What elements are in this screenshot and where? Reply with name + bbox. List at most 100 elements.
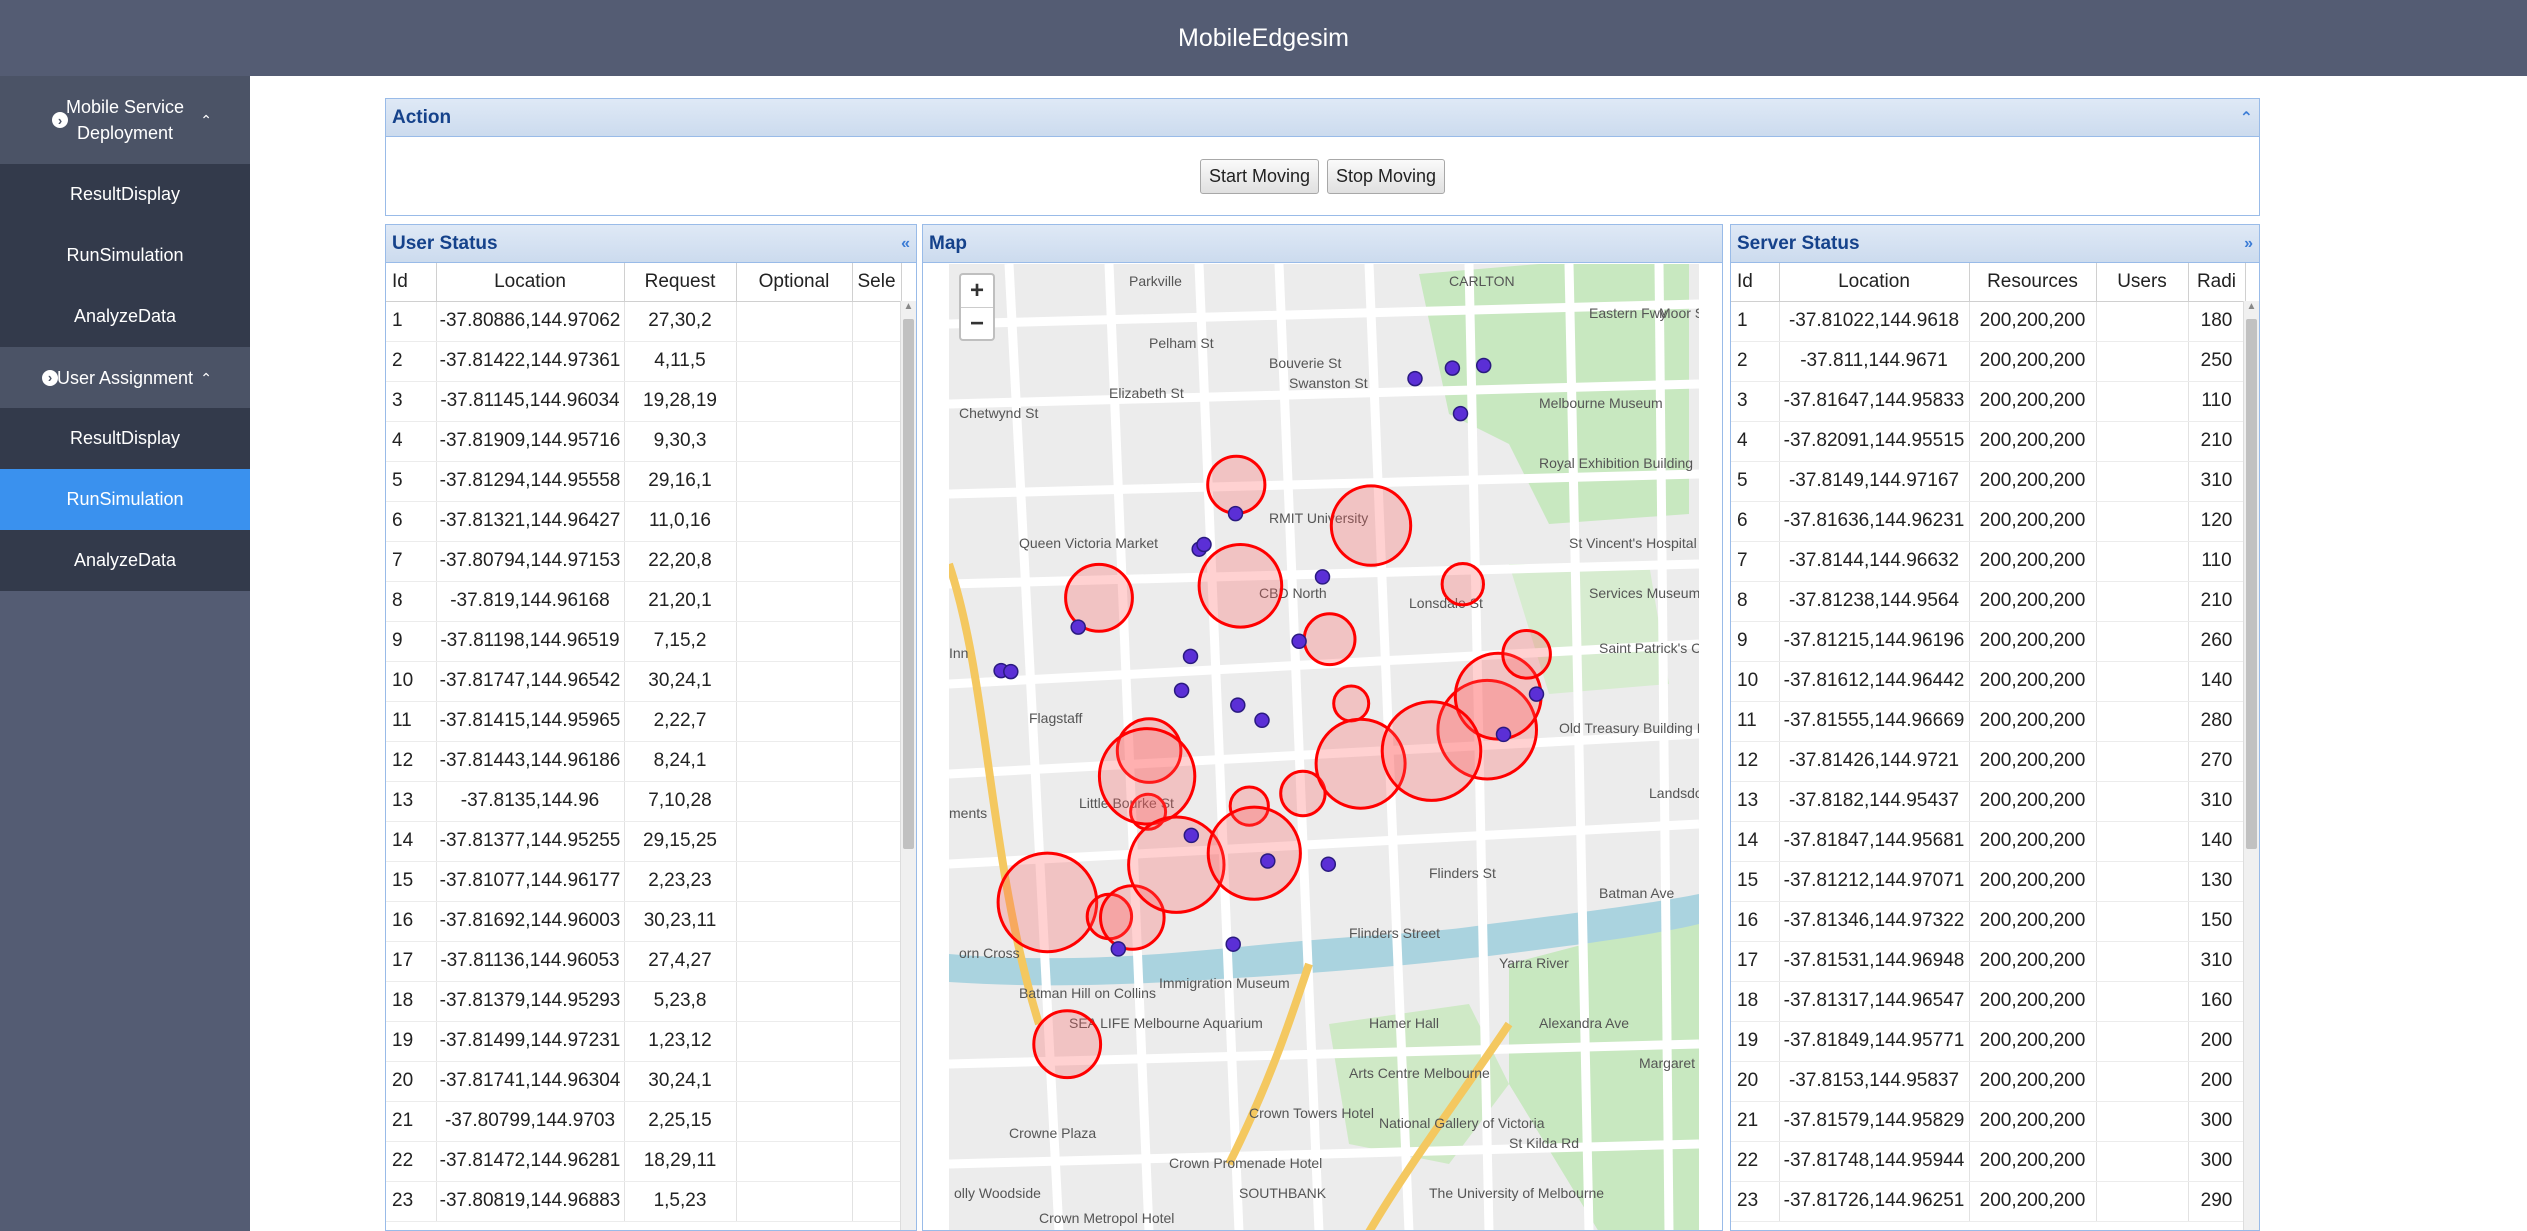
table-row[interactable]: 3 -37.81145,144.96034 19,28,19 — [386, 381, 902, 422]
table-row[interactable]: 7 -37.80794,144.97153 22,20,8 — [386, 541, 902, 582]
user-marker[interactable] — [1314, 569, 1331, 585]
table-row[interactable]: 18 -37.81317,144.96547 200,200,200 160 — [1731, 981, 2246, 1022]
server-coverage-circle[interactable] — [1332, 684, 1371, 723]
user-marker[interactable] — [1196, 536, 1212, 553]
table-row[interactable]: 21 -37.81579,144.95829 200,200,200 300 — [1731, 1101, 2246, 1142]
server-coverage-circle[interactable] — [1097, 727, 1197, 826]
user-marker[interactable] — [1528, 686, 1545, 702]
scrollbar-thumb[interactable] — [2246, 319, 2257, 849]
table-row[interactable]: 20 -37.8153,144.95837 200,200,200 200 — [1731, 1061, 2246, 1102]
table-row[interactable]: 23 -37.81726,144.96251 200,200,200 290 — [1731, 1181, 2246, 1222]
table-row[interactable]: 2 -37.81422,144.97361 4,11,5 — [386, 341, 902, 382]
table-row[interactable]: 19 -37.81499,144.97231 1,23,12 — [386, 1021, 902, 1062]
table-row[interactable]: 4 -37.81909,144.95716 9,30,3 — [386, 421, 902, 462]
table-row[interactable]: 4 -37.82091,144.95515 200,200,200 210 — [1731, 421, 2246, 462]
user-marker[interactable] — [1320, 856, 1337, 872]
user-column-header[interactable]: Optional — [736, 263, 853, 302]
table-row[interactable]: 14 -37.81377,144.95255 29,15,25 — [386, 821, 902, 862]
scrollbar-thumb[interactable] — [903, 319, 914, 849]
user-marker[interactable] — [1495, 726, 1512, 743]
user-marker[interactable] — [1260, 853, 1276, 869]
table-row[interactable]: 13 -37.8182,144.95437 200,200,200 310 — [1731, 781, 2246, 822]
table-row[interactable]: 9 -37.81215,144.96196 200,200,200 260 — [1731, 621, 2246, 662]
user-column-header[interactable]: Request — [624, 263, 737, 302]
table-row[interactable]: 8 -37.819,144.96168 21,20,1 — [386, 581, 902, 622]
server-coverage-circle[interactable] — [1206, 454, 1267, 515]
table-row[interactable]: 6 -37.81321,144.96427 11,0,16 — [386, 501, 902, 542]
table-row[interactable]: 2 -37.811,144.9671 200,200,200 250 — [1731, 341, 2246, 382]
sidebar-item-run-simulation[interactable]: RunSimulation — [0, 225, 250, 286]
start-moving-button[interactable]: Start Moving — [1199, 158, 1319, 194]
sidebar-group-user-assignment[interactable]: › User Assignment ⌃ — [0, 347, 250, 408]
user-marker[interactable] — [1225, 936, 1241, 952]
user-marker[interactable] — [1407, 370, 1423, 387]
table-row[interactable]: 21 -37.80799,144.9703 2,25,15 — [386, 1101, 902, 1142]
server-coverage-circle[interactable] — [1206, 805, 1302, 901]
user-marker[interactable] — [1173, 682, 1190, 699]
server-column-header[interactable]: Resources — [1969, 263, 2097, 302]
sidebar-item-result-display[interactable]: ResultDisplay — [0, 164, 250, 225]
user-marker[interactable] — [1230, 697, 1246, 713]
table-row[interactable]: 1 -37.81022,144.9618 200,200,200 180 — [1731, 301, 2246, 342]
table-row[interactable]: 22 -37.81472,144.96281 18,29,11 — [386, 1141, 902, 1182]
user-table-scrollbar[interactable]: ▲ — [900, 301, 916, 1230]
table-row[interactable]: 1 -37.80886,144.97062 27,30,2 — [386, 301, 902, 342]
server-coverage-circle[interactable] — [1302, 612, 1357, 667]
zoom-in-button[interactable]: + — [961, 275, 993, 307]
table-row[interactable]: 15 -37.81212,144.97071 200,200,200 130 — [1731, 861, 2246, 902]
zoom-out-button[interactable]: − — [961, 307, 993, 339]
scroll-up-arrow-icon[interactable]: ▲ — [2244, 301, 2259, 317]
user-marker[interactable] — [1452, 405, 1469, 422]
user-marker[interactable] — [1182, 648, 1199, 665]
table-row[interactable]: 17 -37.81136,144.96053 27,4,27 — [386, 941, 902, 982]
server-coverage-circle[interactable] — [1501, 629, 1552, 680]
table-row[interactable]: 18 -37.81379,144.95293 5,23,8 — [386, 981, 902, 1022]
server-column-header[interactable]: Users — [2096, 263, 2189, 302]
server-coverage-circle[interactable] — [996, 851, 1099, 954]
table-row[interactable]: 13 -37.8135,144.96 7,10,28 — [386, 781, 902, 822]
server-coverage-circle[interactable] — [1440, 562, 1485, 607]
user-marker[interactable] — [1227, 505, 1244, 522]
server-column-header[interactable]: Id — [1731, 263, 1780, 302]
table-row[interactable]: 12 -37.81443,144.96186 8,24,1 — [386, 741, 902, 782]
user-marker[interactable] — [1444, 360, 1461, 376]
user-marker[interactable] — [1070, 619, 1086, 635]
table-row[interactable]: 15 -37.81077,144.96177 2,23,23 — [386, 861, 902, 902]
sidebar-item-analyze-data[interactable]: AnalyzeData — [0, 530, 250, 591]
table-row[interactable]: 10 -37.81747,144.96542 30,24,1 — [386, 661, 902, 702]
user-marker[interactable] — [1003, 663, 1019, 680]
stop-moving-button[interactable]: Stop Moving — [1326, 158, 1446, 194]
user-column-header[interactable]: Sele — [852, 263, 902, 302]
table-row[interactable]: 9 -37.81198,144.96519 7,15,2 — [386, 621, 902, 662]
table-row[interactable]: 12 -37.81426,144.9721 200,200,200 270 — [1731, 741, 2246, 782]
scroll-up-arrow-icon[interactable]: ▲ — [901, 301, 916, 317]
collapse-right-icon[interactable]: » — [2244, 235, 2253, 253]
collapse-left-icon[interactable]: « — [901, 235, 910, 253]
table-row[interactable]: 20 -37.81741,144.96304 30,24,1 — [386, 1061, 902, 1102]
map-canvas[interactable]: CARLTON Parkville Pelham St Elizabeth St Bou… — [949, 264, 1699, 1231]
table-row[interactable]: 14 -37.81847,144.95681 200,200,200 140 — [1731, 821, 2246, 862]
table-row[interactable]: 17 -37.81531,144.96948 200,200,200 310 — [1731, 941, 2246, 982]
table-row[interactable]: 22 -37.81748,144.95944 200,200,200 300 — [1731, 1141, 2246, 1182]
table-row[interactable]: 5 -37.8149,144.97167 200,200,200 310 — [1731, 461, 2246, 502]
server-coverage-circle[interactable] — [1329, 484, 1413, 567]
sidebar-item-result-display[interactable]: ResultDisplay — [0, 408, 250, 469]
table-row[interactable]: 5 -37.81294,144.95558 29,16,1 — [386, 461, 902, 502]
table-row[interactable]: 3 -37.81647,144.95833 200,200,200 110 — [1731, 381, 2246, 422]
table-row[interactable]: 8 -37.81238,144.9564 200,200,200 210 — [1731, 581, 2246, 622]
server-coverage-circle[interactable] — [1032, 1009, 1103, 1080]
server-column-header[interactable]: Radi — [2188, 263, 2246, 302]
table-row[interactable]: 10 -37.81612,144.96442 200,200,200 140 — [1731, 661, 2246, 702]
sidebar-group-mobile-service-deployment[interactable]: › Mobile Service Deployment ⌃ — [0, 76, 250, 164]
user-marker[interactable] — [1110, 941, 1127, 957]
table-row[interactable]: 6 -37.81636,144.96231 200,200,200 120 — [1731, 501, 2246, 542]
sidebar-item-analyze-data[interactable]: AnalyzeData — [0, 286, 250, 347]
server-coverage-circle[interactable] — [1380, 700, 1483, 802]
user-marker[interactable] — [1291, 633, 1307, 650]
user-marker[interactable] — [1254, 712, 1270, 729]
user-column-header[interactable]: Location — [436, 263, 625, 302]
server-coverage-circle[interactable] — [1197, 543, 1284, 629]
table-row[interactable]: 7 -37.8144,144.96632 200,200,200 110 — [1731, 541, 2246, 582]
user-marker[interactable] — [1183, 827, 1200, 844]
user-column-header[interactable]: Id — [386, 263, 437, 302]
